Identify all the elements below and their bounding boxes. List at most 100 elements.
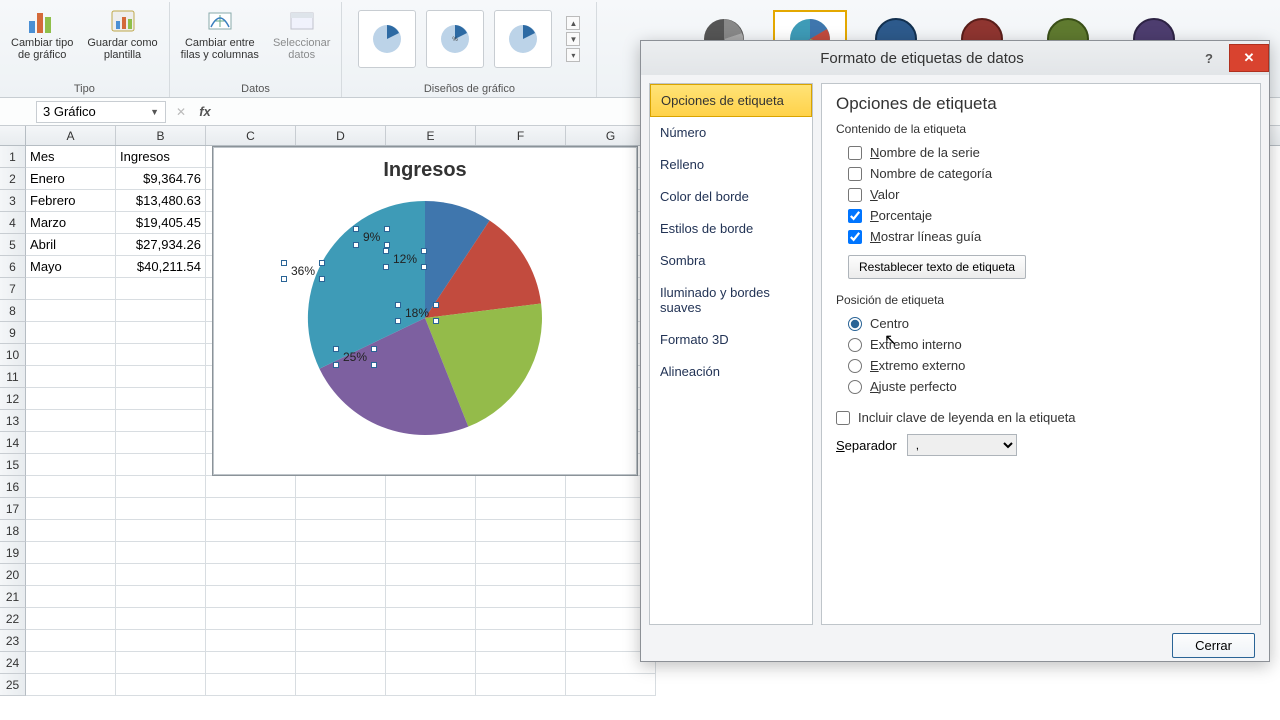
cell[interactable]: [386, 520, 476, 542]
cell[interactable]: [206, 652, 296, 674]
category-item[interactable]: Alineación: [650, 356, 812, 388]
cell[interactable]: $9,364.76: [116, 168, 206, 190]
cell[interactable]: [296, 586, 386, 608]
cell[interactable]: [476, 498, 566, 520]
cell[interactable]: [116, 608, 206, 630]
category-item[interactable]: Relleno: [650, 149, 812, 181]
row-header[interactable]: 1: [0, 146, 26, 168]
cell[interactable]: $40,211.54: [116, 256, 206, 278]
check-legend-key[interactable]: Incluir clave de leyenda en la etiqueta: [836, 407, 1246, 428]
row-header[interactable]: 20: [0, 564, 26, 586]
cell[interactable]: [116, 476, 206, 498]
row-header[interactable]: 15: [0, 454, 26, 476]
cell[interactable]: [116, 300, 206, 322]
layout-item[interactable]: [494, 10, 552, 68]
cell[interactable]: [26, 300, 116, 322]
cell[interactable]: [476, 586, 566, 608]
cell[interactable]: [386, 652, 476, 674]
cell[interactable]: [26, 388, 116, 410]
gallery-up-icon[interactable]: ▲: [566, 16, 580, 30]
save-template-button[interactable]: Guardar como plantilla: [82, 2, 162, 64]
col-header[interactable]: C: [206, 126, 296, 145]
cell[interactable]: [206, 476, 296, 498]
row-header[interactable]: 12: [0, 388, 26, 410]
cell[interactable]: [26, 586, 116, 608]
cell[interactable]: [296, 652, 386, 674]
cell[interactable]: [566, 674, 656, 696]
cell[interactable]: [116, 432, 206, 454]
cell[interactable]: [206, 586, 296, 608]
chart-object[interactable]: Ingresos 9% 12% 18% 25% 36%: [212, 146, 638, 476]
row-header[interactable]: 19: [0, 542, 26, 564]
cell[interactable]: [476, 608, 566, 630]
chevron-down-icon[interactable]: ▼: [150, 107, 159, 117]
row-header[interactable]: 11: [0, 366, 26, 388]
cell[interactable]: $19,405.45: [116, 212, 206, 234]
check-series-name[interactable]: Nombre de la serie: [836, 142, 1246, 163]
row-header[interactable]: 25: [0, 674, 26, 696]
category-item[interactable]: Formato 3D: [650, 324, 812, 356]
cell[interactable]: [116, 630, 206, 652]
row-header[interactable]: 22: [0, 608, 26, 630]
row-header[interactable]: 10: [0, 344, 26, 366]
data-label[interactable]: 9%: [361, 230, 382, 244]
col-header[interactable]: B: [116, 126, 206, 145]
cell[interactable]: [116, 542, 206, 564]
cell[interactable]: [476, 542, 566, 564]
row-header[interactable]: 24: [0, 652, 26, 674]
cell[interactable]: [386, 608, 476, 630]
fx-icon[interactable]: fx: [192, 104, 218, 119]
radio-outside-end[interactable]: Extremo externo: [836, 355, 1246, 376]
cell[interactable]: [386, 630, 476, 652]
dialog-titlebar[interactable]: Formato de etiquetas de datos ? ✕: [641, 41, 1269, 75]
radio-best-fit[interactable]: Ajuste perfecto: [836, 376, 1246, 397]
category-item[interactable]: Opciones de etiqueta: [650, 84, 812, 117]
cell[interactable]: [26, 454, 116, 476]
chart-title[interactable]: Ingresos: [213, 147, 637, 182]
cell[interactable]: Enero: [26, 168, 116, 190]
row-header[interactable]: 8: [0, 300, 26, 322]
cell[interactable]: [26, 608, 116, 630]
layout-item[interactable]: [358, 10, 416, 68]
radio-center[interactable]: Centro: [836, 313, 1246, 334]
row-header[interactable]: 23: [0, 630, 26, 652]
cell[interactable]: Ingresos: [116, 146, 206, 168]
col-header[interactable]: E: [386, 126, 476, 145]
cell[interactable]: [206, 542, 296, 564]
cell[interactable]: [296, 476, 386, 498]
row-header[interactable]: 2: [0, 168, 26, 190]
row-header[interactable]: 13: [0, 410, 26, 432]
close-icon[interactable]: ✕: [1229, 44, 1269, 72]
cell[interactable]: [26, 344, 116, 366]
cell[interactable]: [26, 498, 116, 520]
cell[interactable]: [386, 674, 476, 696]
cell[interactable]: [206, 630, 296, 652]
cell[interactable]: $27,934.26: [116, 234, 206, 256]
row-header[interactable]: 17: [0, 498, 26, 520]
cell[interactable]: [386, 586, 476, 608]
cell[interactable]: [26, 542, 116, 564]
category-item[interactable]: Número: [650, 117, 812, 149]
check-category-name[interactable]: Nombre de categoría: [836, 163, 1246, 184]
cell[interactable]: [116, 564, 206, 586]
cell[interactable]: Mayo: [26, 256, 116, 278]
cell[interactable]: [26, 630, 116, 652]
row-header[interactable]: 7: [0, 278, 26, 300]
select-all-corner[interactable]: [0, 126, 26, 145]
separator-select[interactable]: ,: [907, 434, 1017, 456]
cell[interactable]: [116, 586, 206, 608]
cell[interactable]: [26, 432, 116, 454]
category-item[interactable]: Estilos de borde: [650, 213, 812, 245]
cell[interactable]: [116, 366, 206, 388]
cell[interactable]: [476, 520, 566, 542]
name-box[interactable]: 3 Gráfico▼: [36, 101, 166, 123]
cell[interactable]: [476, 564, 566, 586]
cell[interactable]: [386, 476, 476, 498]
cell[interactable]: [476, 630, 566, 652]
data-label[interactable]: 12%: [391, 252, 419, 266]
col-header[interactable]: F: [476, 126, 566, 145]
cell[interactable]: [296, 674, 386, 696]
cell[interactable]: [116, 388, 206, 410]
layout-item[interactable]: %: [426, 10, 484, 68]
change-chart-type-button[interactable]: Cambiar tipo de gráfico: [6, 2, 78, 64]
